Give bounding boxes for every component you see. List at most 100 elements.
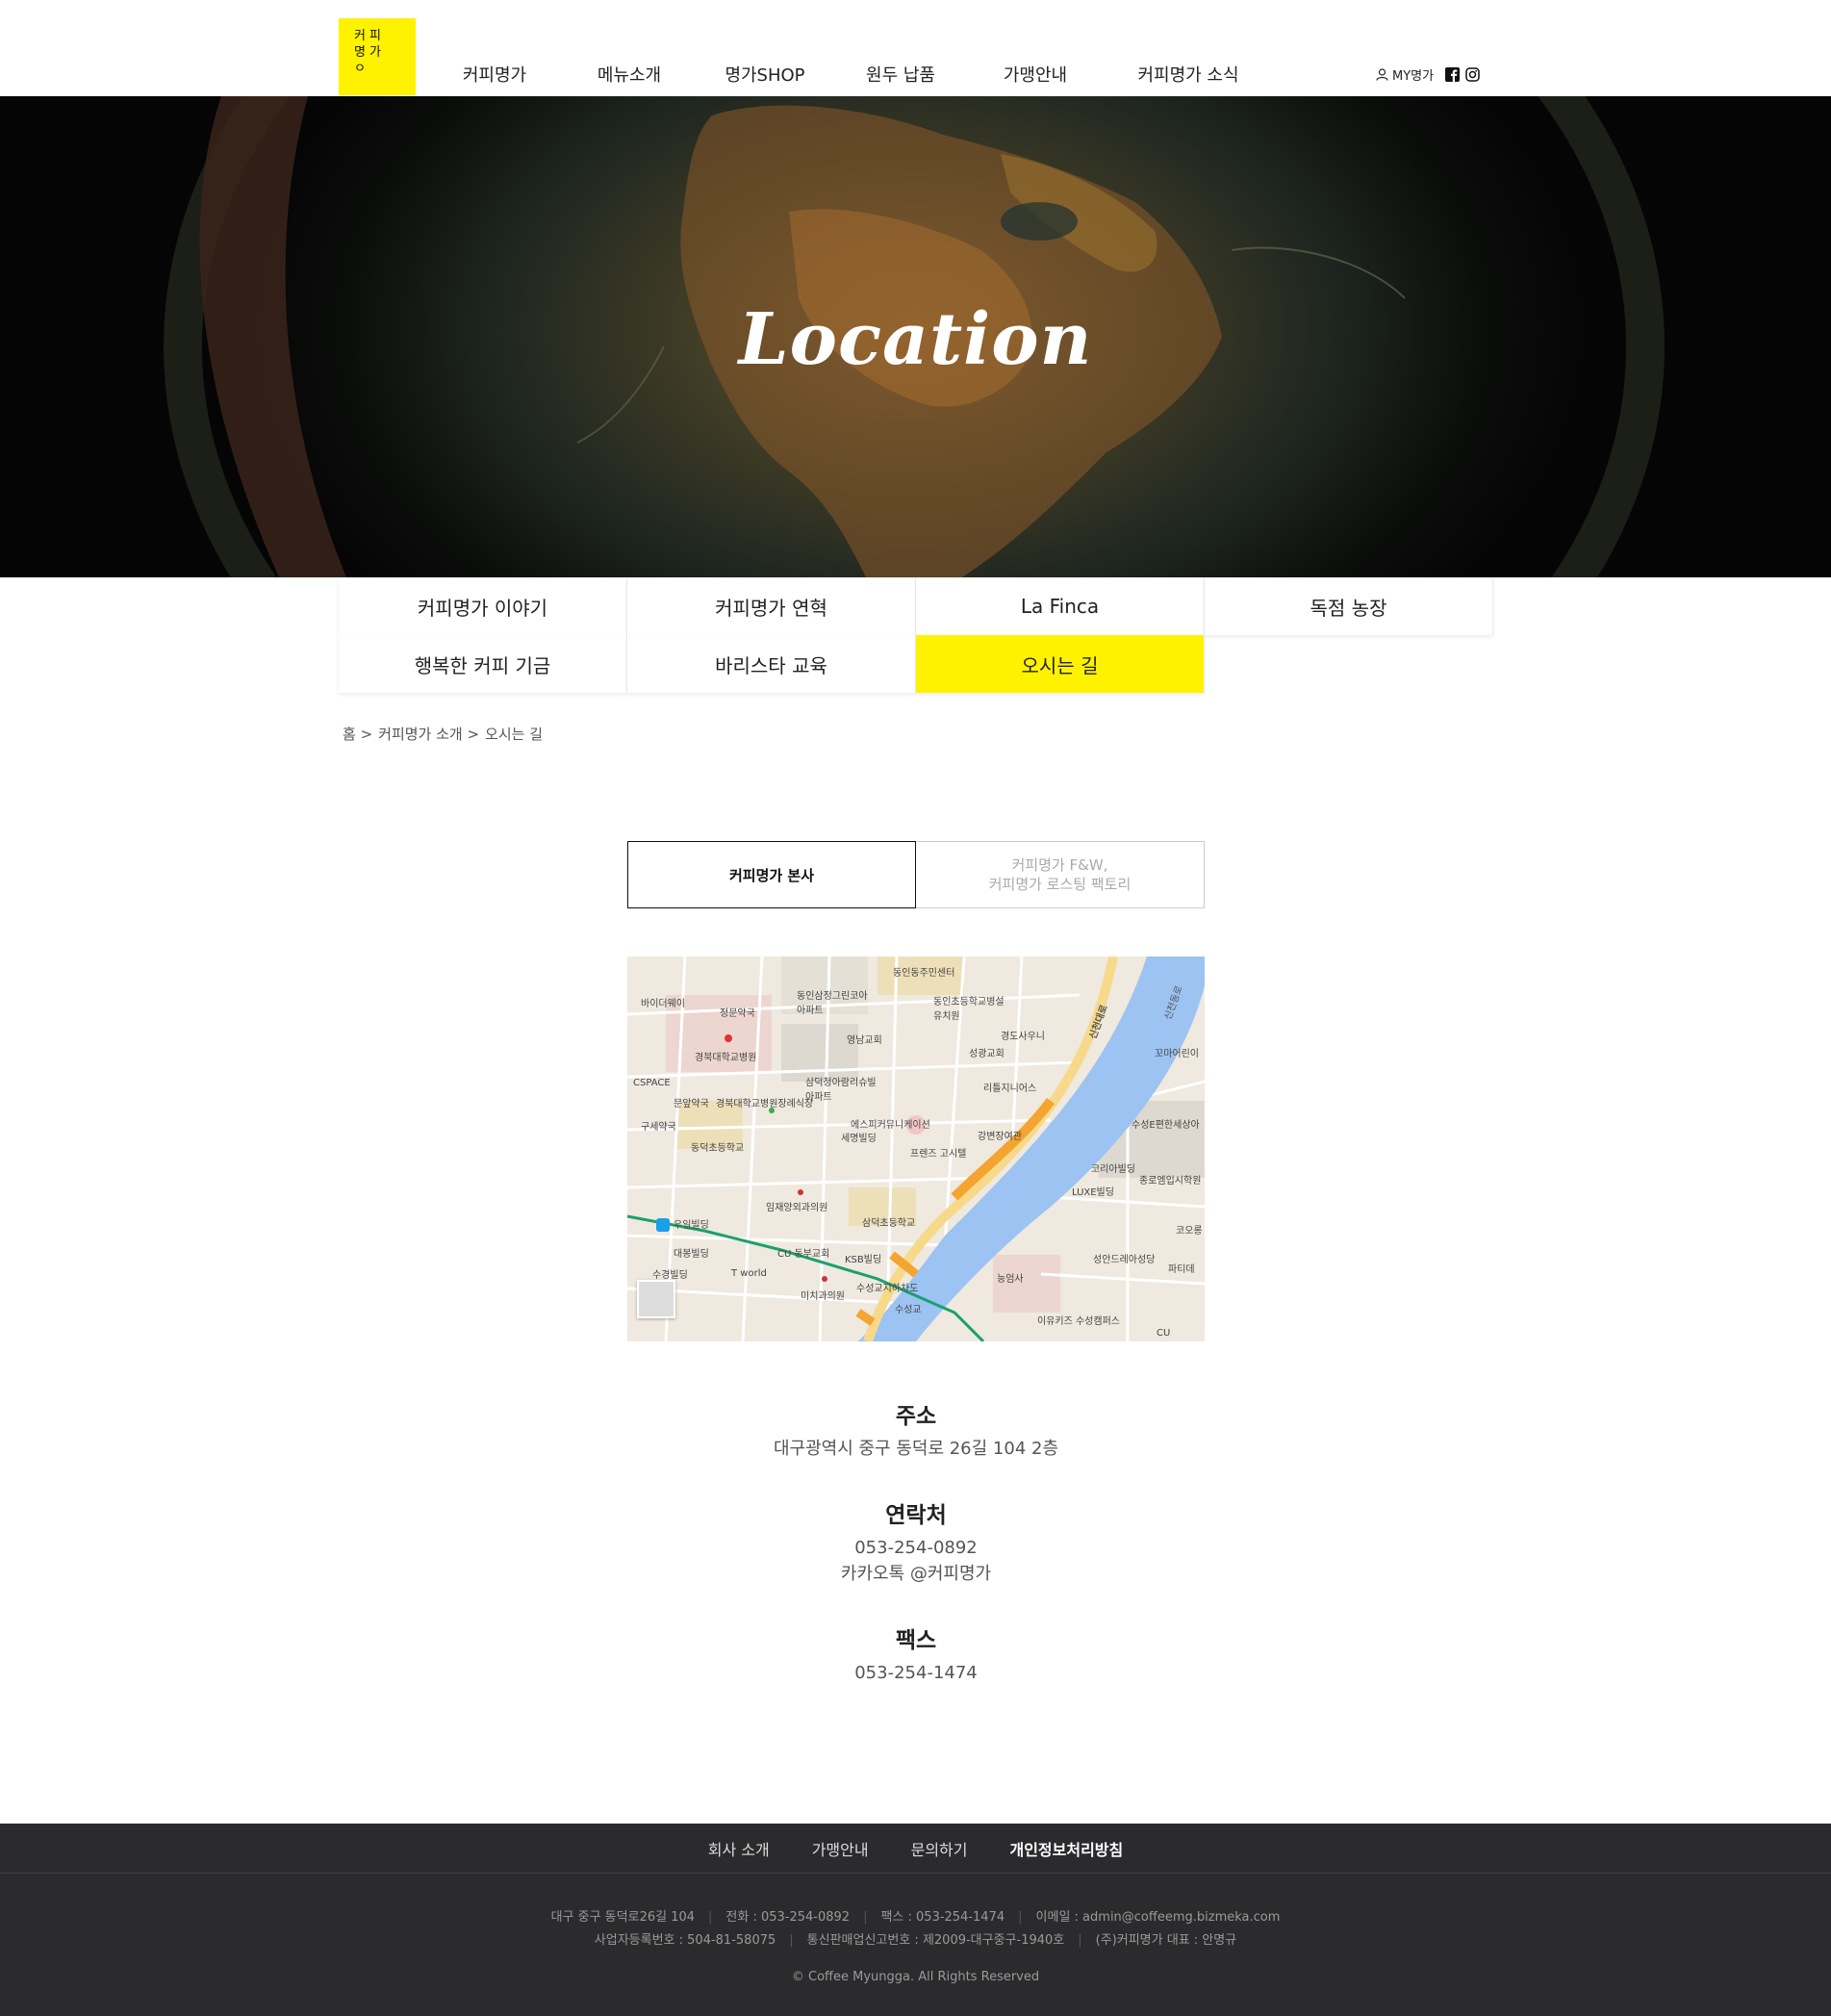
subnav-directions[interactable]: 오시는 길: [916, 635, 1205, 693]
kakao-id: 카카오톡 @커피명가: [840, 1564, 992, 1584]
map-label: 바이더웨이: [641, 999, 685, 1009]
map-label: 구세약국: [641, 1122, 676, 1133]
breadcrumb: 홈 > 커피명가 소개 > 오시는 길: [343, 724, 543, 744]
map-label: 임재양외과의원: [766, 1203, 828, 1213]
address-title: 주소: [895, 1404, 937, 1429]
logo[interactable]: 커피 명가 ㅇ: [339, 18, 416, 95]
company-info-line-1: 대구 중구 동덕로26길 104 | 전화 : 053-254-0892 | 팩스 : …: [550, 1910, 1281, 1925]
map-label: 수성E편한세상아: [1132, 1120, 1200, 1131]
footer-business-number: 사업자등록번호 : 504-81-58075: [594, 1933, 776, 1948]
subnav-history[interactable]: 커피명가 연혁: [627, 577, 916, 635]
logo-text-line-1: 커피: [354, 29, 385, 43]
map-label: 경북대학교병원장례식장: [716, 1099, 814, 1110]
fax-title: 팩스: [895, 1628, 937, 1653]
subnav-happy-coffee-fund[interactable]: 행복한 커피 기금: [339, 635, 627, 693]
map-label: 코리아빌딩: [1091, 1164, 1135, 1175]
site-footer: 회사 소개 가맹안내 문의하기 개인정보처리방침 대구 중구 동덕로26길 10…: [0, 1824, 1831, 2016]
nav-shop[interactable]: 명가SHOP: [707, 62, 823, 87]
footer-link-inquiry[interactable]: 문의하기: [911, 1837, 968, 1860]
map-label: 삼덕청아람리슈빌아파트: [805, 1078, 877, 1103]
footer-link-franchise[interactable]: 가맹안내: [812, 1837, 869, 1860]
location-tabs: 커피명가 본사 커피명가 F&W, 커피명가 로스팅 팩토리: [627, 841, 1205, 908]
subnav-barista-education[interactable]: 바리스타 교육: [627, 635, 916, 693]
tab-headquarters-label: 커피명가 본사: [728, 866, 815, 884]
map-label: 영남교회: [847, 1035, 882, 1046]
my-myungga-link[interactable]: MY명가: [1376, 65, 1434, 84]
hero-title: Location: [738, 298, 1093, 381]
map-label: 성광교회: [969, 1049, 1005, 1059]
map-label: 우일빌딩: [674, 1220, 709, 1231]
footer-email: 이메일 : admin@coffeemg.bizmeka.com: [1035, 1910, 1281, 1925]
fax-section: 팩스 053-254-1474: [627, 1621, 1205, 1686]
map-label: 동덕초등학교: [691, 1143, 745, 1154]
map-label: 경도사우니: [1001, 1032, 1045, 1042]
breadcrumb-about[interactable]: 커피명가 소개 >: [378, 724, 479, 744]
map-label: LUXE빌딩: [1072, 1187, 1114, 1198]
location-map[interactable]: 동인동주민센터 바이더웨이 정문약국 동인삼정그린코아아파트 동인초등학교병설유…: [627, 957, 1205, 1341]
footer-link-company[interactable]: 회사 소개: [708, 1837, 770, 1860]
tab-headquarters[interactable]: 커피명가 본사: [627, 841, 916, 908]
map-label: T world: [731, 1268, 767, 1279]
my-myungga-label: MY명가: [1392, 69, 1435, 84]
address-section: 주소 대구광역시 중구 동덕로 26길 104 2층: [627, 1397, 1205, 1462]
nav-bean-supply[interactable]: 원두 납품: [823, 62, 979, 87]
map-label: 정문약국: [720, 1008, 755, 1019]
subnav-exclusive-farm[interactable]: 독점 농장: [1205, 577, 1493, 635]
map-label: 수성교: [895, 1305, 922, 1315]
map-label: 수경빌딩: [652, 1270, 688, 1281]
footer-phone: 전화 : 053-254-0892: [725, 1910, 851, 1925]
map-label: KSB빌딩: [845, 1255, 882, 1265]
breadcrumb-home[interactable]: 홈 >: [343, 724, 372, 744]
copyright: © Coffee Myungga. All Rights Reserved: [791, 1970, 1040, 1984]
footer-fax: 팩스 : 053-254-1474: [880, 1910, 1005, 1925]
map-label: 동인삼정그린코아아파트: [797, 991, 868, 1016]
tab-roasting-factory-line-2: 커피명가 로스팅 팩토리: [988, 876, 1132, 893]
nav-franchise[interactable]: 가맹안내: [979, 62, 1092, 87]
subnav-la-finca[interactable]: La Finca: [916, 577, 1205, 635]
map-label: 꼬마어린이: [1155, 1049, 1199, 1059]
hero-banner: Location: [0, 96, 1831, 577]
map-label: 세명빌딩: [841, 1134, 877, 1144]
footer-nav: 회사 소개 가맹안내 문의하기 개인정보처리방침: [0, 1824, 1831, 1874]
instagram-icon[interactable]: [1465, 67, 1480, 82]
nav-menu[interactable]: 메뉴소개: [551, 62, 707, 87]
map-label: 이유키즈 수성캠퍼스: [1037, 1316, 1120, 1327]
map-label: 종로엠입시학원: [1139, 1176, 1202, 1187]
map-label: 프렌즈 고시텔: [910, 1149, 967, 1160]
footer-ceo: (주)커피명가 대표 : 안명규: [1095, 1933, 1237, 1948]
subnav-story[interactable]: 커피명가 이야기: [339, 577, 627, 635]
map-label: CSPACE: [633, 1078, 671, 1088]
map-label: 리틀지니어스: [983, 1084, 1037, 1094]
tab-roasting-factory[interactable]: 커피명가 F&W, 커피명가 로스팅 팩토리: [916, 841, 1205, 908]
user-icon: [1376, 68, 1388, 81]
contact-section: 연락처 053-254-0892 카카오톡 @커피명가: [627, 1496, 1205, 1587]
site-header: 커피 명가 ㅇ 커피명가 메뉴소개 명가SHOP 원두 납품 가맹안내 커피명가…: [0, 0, 1831, 96]
breadcrumb-current: 오시는 길: [485, 726, 544, 743]
map-label: 수성교지하차도: [856, 1284, 919, 1294]
tab-roasting-factory-line-1: 커피명가 F&W,: [1011, 856, 1108, 874]
map-layer-toggle-button[interactable]: [637, 1280, 675, 1318]
map-label: 문앞약국: [674, 1099, 709, 1110]
logo-text-line-3: ㅇ: [354, 62, 369, 76]
map-label: CU 동부교회: [777, 1249, 830, 1260]
map-label: 삼덕초등학교: [862, 1218, 916, 1229]
logo-text-line-2: 명가: [354, 45, 385, 60]
map-label: 동인초등학교병설유치원: [933, 997, 1005, 1022]
nav-news[interactable]: 커피명가 소식: [1092, 62, 1284, 87]
map-label: CU: [1157, 1328, 1171, 1339]
footer-address: 대구 중구 동덕로26길 104: [550, 1910, 696, 1925]
map-label: 성안드레아성당: [1093, 1255, 1156, 1265]
nav-coffee-myungga[interactable]: 커피명가: [438, 62, 551, 87]
footer-ecommerce-number: 통신판매업신고번호 : 제2009-대구중구-1940호: [806, 1933, 1065, 1948]
map-label: 에스피커뮤니케이션: [851, 1120, 930, 1131]
map-label: 대봉빌딩: [674, 1249, 709, 1260]
map-label: 미치과의원: [801, 1291, 845, 1302]
address-text: 대구광역시 중구 동덕로 26길 104 2층: [773, 1439, 1059, 1459]
footer-link-privacy[interactable]: 개인정보처리방침: [1009, 1837, 1123, 1860]
contact-title: 연락처: [885, 1503, 947, 1528]
company-info-line-2: 사업자등록번호 : 504-81-58075 | 통신판매업신고번호 : 제2009…: [594, 1933, 1237, 1948]
map-label: 코오롱: [1176, 1226, 1203, 1237]
map-label: 강변장여관: [978, 1132, 1022, 1142]
map-label: 능엄사: [997, 1274, 1024, 1285]
facebook-icon[interactable]: [1445, 67, 1461, 82]
